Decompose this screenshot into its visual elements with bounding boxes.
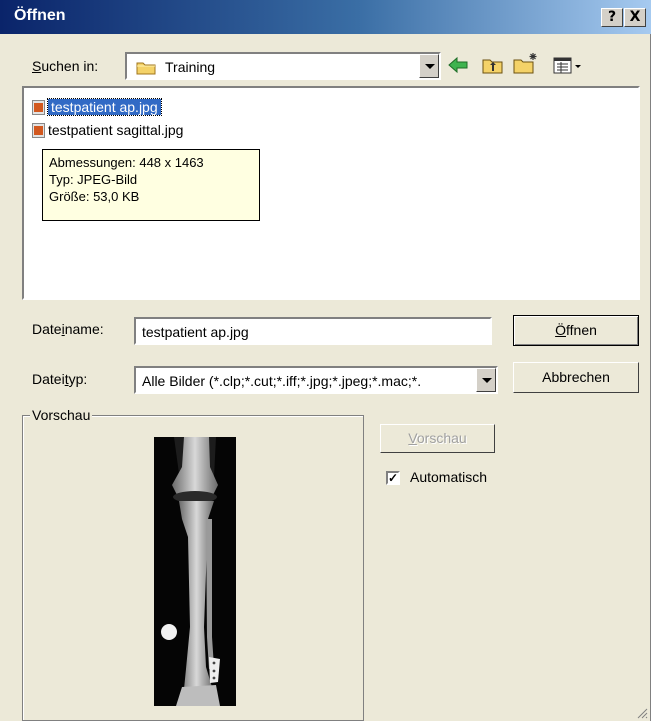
preview-button[interactable]: Vorschau	[380, 424, 495, 453]
file-name: testpatient ap.jpg	[47, 98, 162, 116]
list-item-selected[interactable]: testpatient ap.jpg	[32, 97, 162, 117]
open-dialog: Öffnen ? X Suchen in: Training testpatie…	[0, 0, 651, 721]
look-in-value: Training	[165, 59, 216, 75]
filename-value: testpatient ap.jpg	[142, 324, 249, 340]
folder-icon	[136, 60, 156, 78]
file-info-tooltip: Abmessungen: 448 x 1463 Typ: JPEG-Bild G…	[42, 149, 260, 221]
close-button[interactable]: X	[624, 8, 646, 27]
new-folder-icon[interactable]	[513, 52, 539, 78]
jpeg-file-icon	[32, 99, 45, 115]
tooltip-type: Typ: JPEG-Bild	[49, 172, 138, 187]
look-in-dropdown-button[interactable]	[419, 54, 439, 78]
filetype-label: Dateityp:	[32, 371, 88, 387]
title-bar[interactable]: Öffnen ? X	[0, 0, 651, 34]
chevron-down-icon	[482, 378, 492, 383]
back-icon[interactable]	[447, 55, 469, 78]
tooltip-dimensions: Abmessungen: 448 x 1463	[49, 155, 204, 170]
chevron-down-icon	[425, 64, 435, 69]
filename-label: Dateiname:	[32, 321, 104, 337]
check-icon: ✓	[388, 471, 399, 485]
list-item[interactable]: testpatient sagittal.jpg	[32, 120, 183, 140]
automatic-checkbox[interactable]: ✓	[386, 471, 400, 485]
filename-input[interactable]: testpatient ap.jpg	[134, 317, 492, 345]
open-button[interactable]: Öffnen	[513, 315, 639, 346]
view-menu-icon[interactable]	[553, 57, 583, 78]
tooltip-size: Größe: 53,0 KB	[49, 189, 140, 204]
resize-grip-icon[interactable]	[636, 707, 648, 719]
look-in-label: Suchen in:	[32, 58, 99, 74]
preview-image	[154, 437, 236, 706]
file-name: testpatient sagittal.jpg	[48, 122, 184, 138]
jpeg-file-icon	[32, 122, 45, 138]
filetype-value: Alle Bilder (*.clp;*.cut;*.iff;*.jpg;*.j…	[142, 373, 422, 389]
up-folder-icon[interactable]	[482, 55, 504, 78]
automatic-label: Automatisch	[410, 469, 488, 485]
preview-group-label: Vorschau	[30, 407, 93, 423]
filetype-dropdown-button[interactable]	[476, 368, 496, 392]
cancel-button[interactable]: Abbrechen	[513, 362, 639, 393]
look-in-combobox[interactable]: Training	[125, 52, 441, 80]
help-button[interactable]: ?	[601, 8, 623, 27]
dialog-title: Öffnen	[14, 7, 66, 24]
filetype-combobox[interactable]: Alle Bilder (*.clp;*.cut;*.iff;*.jpg;*.j…	[134, 366, 498, 394]
